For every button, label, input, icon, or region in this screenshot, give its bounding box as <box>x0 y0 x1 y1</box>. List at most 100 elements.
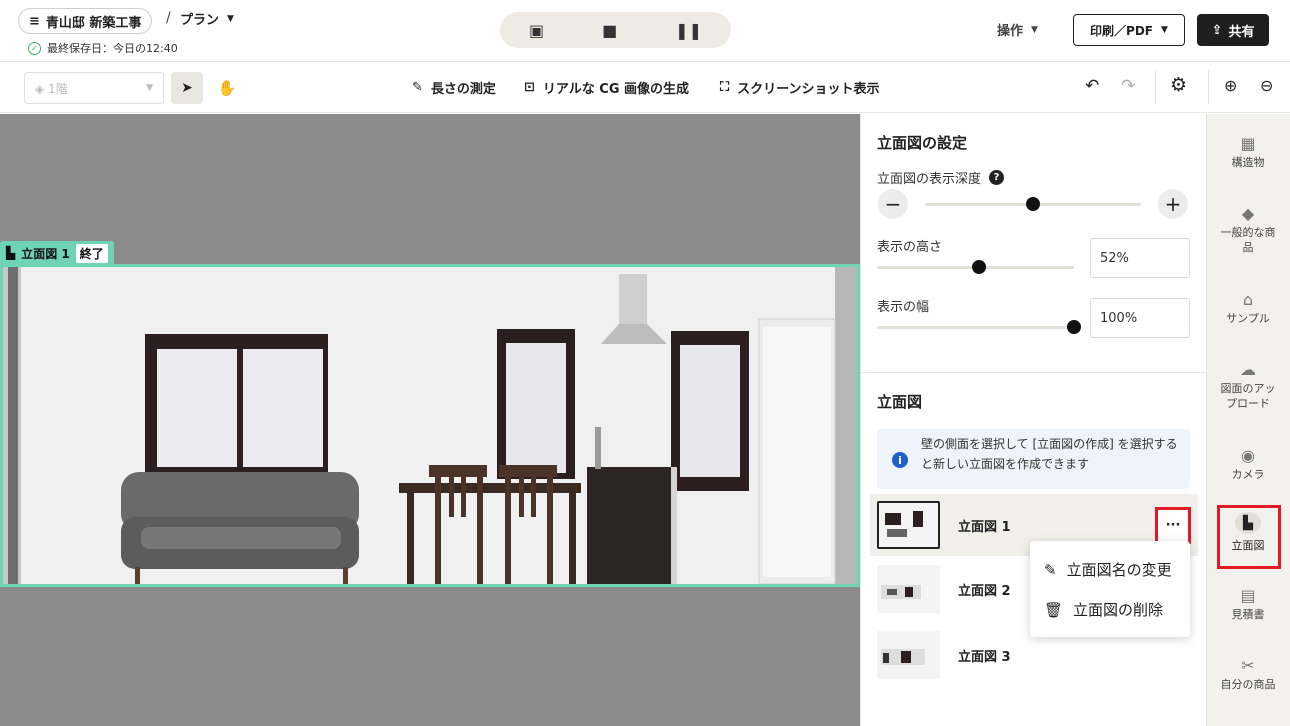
house-icon: ⌂ <box>1242 290 1254 309</box>
rename-menu-item[interactable]: ✎ 立面図名の変更 <box>1044 559 1172 580</box>
rail-item-structures[interactable]: ▦ 構造物 <box>1206 136 1290 170</box>
divider <box>861 372 1206 373</box>
window-middle <box>497 329 575 479</box>
elevation-thumbnail <box>877 631 940 679</box>
end-elevation-button[interactable]: 終了 <box>75 243 108 263</box>
layers-icon: ◈ <box>35 81 45 96</box>
depth-label-row: 立面図の表示深度 ? <box>877 168 1005 187</box>
save-status: ✓ 最終保存日：今日の12:40 <box>28 40 178 56</box>
rail-item-samples[interactable]: ⌂ サンプル <box>1206 292 1290 326</box>
rail-item-general-products[interactable]: ◆ 一般的な商品 <box>1206 206 1290 255</box>
rail-highlight <box>1217 505 1281 569</box>
rail-item-estimate[interactable]: ▤ 見積書 <box>1206 588 1290 622</box>
elevation-name: 立面図 2 <box>958 583 1011 599</box>
rail-label: 構造物 <box>1231 156 1265 169</box>
operations-label: 操作 <box>997 24 1024 39</box>
width-slider-track[interactable] <box>877 326 1074 329</box>
chevron-down-icon: ▼ <box>146 83 153 93</box>
chevron-down-icon: ▼ <box>1161 25 1168 35</box>
info-box: 壁の側面を選択して [立面図の作成] を選択すると新しい立面図を作成できます <box>877 429 1190 489</box>
tools-icon: ✂ <box>1241 656 1255 675</box>
hand-icon: ✋ <box>217 79 237 97</box>
camera-icon: ◉ <box>1241 446 1255 465</box>
elevation-thumbnail <box>877 501 940 549</box>
redo-icon[interactable]: ↷ <box>1121 76 1135 96</box>
more-options-button[interactable]: ··· <box>1155 507 1191 544</box>
depth-increase-button[interactable]: + <box>1158 189 1188 219</box>
rail-label: 自分の商品 <box>1220 678 1276 691</box>
rail-label: サンプル <box>1226 312 1270 325</box>
check-circle-icon: ✓ <box>28 41 41 55</box>
width-value-input[interactable]: 100% <box>1090 298 1190 338</box>
plan-label: プラン <box>180 13 220 28</box>
sofa <box>121 472 359 584</box>
floorplan-icon: ▦ <box>1240 134 1256 153</box>
chevron-down-icon: ▼ <box>227 13 234 24</box>
rail-label: 一般的な商品 <box>1220 226 1276 254</box>
floor-select[interactable]: ◈ 1階 ▼ <box>24 72 164 104</box>
operations-dropdown[interactable]: 操作 ▼ <box>997 20 1038 39</box>
share-button[interactable]: ⇪ 共有 <box>1197 14 1269 46</box>
depth-decrease-button[interactable]: − <box>878 189 908 219</box>
elevation-tag: ▙ 立面図 1 終了 <box>0 241 114 265</box>
walkthrough-icon[interactable]: ❚❚ <box>675 21 702 40</box>
rail-label: 見積書 <box>1231 608 1265 621</box>
window-right <box>671 331 749 491</box>
zoom-out-icon[interactable]: ⊖ <box>1260 76 1273 95</box>
plus-icon: + <box>1164 192 1182 216</box>
plan-dropdown[interactable]: プラン ▼ <box>180 9 234 28</box>
measure-button[interactable]: ✎ 長さの測定 <box>412 78 496 97</box>
width-slider-thumb[interactable] <box>1067 320 1081 334</box>
cursor-icon: ➤ <box>181 80 193 96</box>
delete-menu-item[interactable]: 🗑 立面図の削除 <box>1044 599 1163 620</box>
rail-label: 図面のアップロード <box>1220 382 1276 410</box>
screenshot-button[interactable]: ⛶ スクリーンショット表示 <box>720 78 879 97</box>
height-value-input[interactable]: 52% <box>1090 238 1190 278</box>
print-label: 印刷／PDF <box>1090 23 1154 38</box>
delete-label: 立面図の削除 <box>1073 601 1164 619</box>
settings-title: 立面図の設定 <box>877 134 968 152</box>
view-3d-icon[interactable]: ■ <box>602 21 617 40</box>
elevation-drawing <box>3 267 857 584</box>
divider <box>1208 70 1209 104</box>
elevation-name: 立面図 3 <box>958 649 1011 665</box>
info-icon: i <box>892 452 908 468</box>
share-label: 共有 <box>1228 24 1255 40</box>
view-mode-switch: ▣ ■ ❚❚ <box>500 12 731 48</box>
hamburger-icon: ≡ <box>29 13 40 29</box>
print-pdf-button[interactable]: 印刷／PDF ▼ <box>1073 14 1185 46</box>
rail-label: カメラ <box>1231 468 1265 481</box>
pan-tool-button[interactable]: ✋ <box>213 74 241 102</box>
project-menu-button[interactable]: ≡ 青山邸 新築工事 <box>18 8 153 34</box>
floor-label: ◈ 1階 <box>35 80 68 97</box>
pencil-icon: ✎ <box>1044 560 1057 579</box>
width-label: 表示の幅 <box>877 300 930 315</box>
view-2d-icon[interactable]: ▣ <box>529 21 544 40</box>
height-label: 表示の高さ <box>877 240 943 255</box>
zoom-in-icon[interactable]: ⊕ <box>1224 76 1237 95</box>
cloud-upload-icon: ☁ <box>1240 360 1256 379</box>
elevation-tag-label: 立面図 1 <box>21 246 70 261</box>
undo-icon[interactable]: ↶ <box>1085 76 1099 96</box>
ruler-icon: ✎ <box>412 80 423 95</box>
context-menu: ✎ 立面図名の変更 🗑 立面図の削除 <box>1030 541 1190 637</box>
depth-slider-thumb[interactable] <box>1026 197 1040 211</box>
screenshot-label: スクリーンショット表示 <box>737 82 880 97</box>
trash-icon: 🗑 <box>1044 600 1064 619</box>
elevation-name: 立面図 1 <box>958 519 1011 535</box>
project-title: 青山邸 新築工事 <box>45 15 142 31</box>
help-icon[interactable]: ? <box>989 170 1005 185</box>
rail-item-upload[interactable]: ☁ 図面のアップロード <box>1206 362 1290 411</box>
breadcrumb-separator: / <box>166 10 171 26</box>
rail-item-camera[interactable]: ◉ カメラ <box>1206 448 1290 482</box>
cg-render-button[interactable]: ⊡ リアルな CG 画像の生成 <box>524 78 689 97</box>
refrigerator <box>758 318 836 584</box>
rail-item-my-products[interactable]: ✂ 自分の商品 <box>1206 658 1290 692</box>
window-left <box>145 334 328 474</box>
gear-icon[interactable]: ⚙ <box>1170 74 1187 96</box>
elevation-view <box>0 264 860 587</box>
shapes-icon: ◆ <box>1241 204 1255 223</box>
elevations-title: 立面図 <box>877 393 923 411</box>
select-tool-button[interactable]: ➤ <box>171 72 203 104</box>
rename-label: 立面図名の変更 <box>1066 561 1172 579</box>
